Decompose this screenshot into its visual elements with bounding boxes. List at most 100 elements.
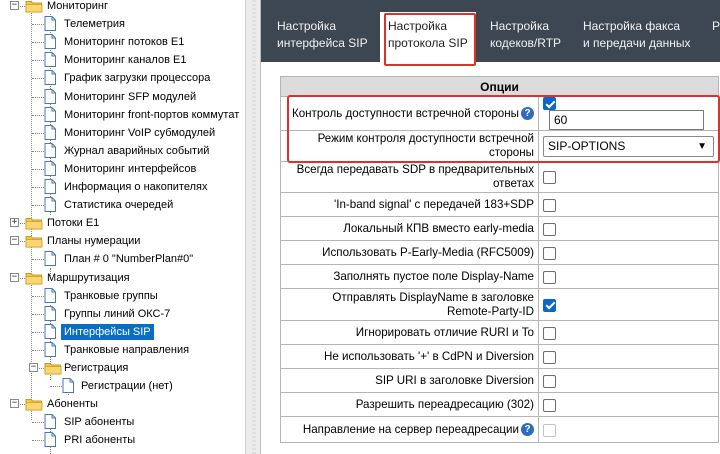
option-checkbox[interactable]	[543, 246, 556, 260]
tree-folder[interactable]: − Планы нумерации	[0, 232, 245, 250]
tab-codecs-rtp[interactable]: Настройка кодеков/RTP	[482, 12, 569, 62]
tree-item[interactable]: Мониторинг интерфейсов	[0, 160, 245, 178]
page-icon	[44, 251, 56, 267]
option-value-cell	[538, 320, 719, 346]
tree-item[interactable]: Мониторинг каналов E1	[0, 51, 245, 69]
tree-item-label: Информация о накопителях	[64, 181, 208, 193]
page-icon	[44, 160, 56, 176]
option-value-cell	[538, 216, 719, 242]
panel-splitter[interactable]	[245, 0, 261, 454]
option-checkbox[interactable]	[543, 198, 556, 212]
tree-folder[interactable]: − Абоненты	[0, 395, 245, 413]
tree-item[interactable]: Информация о накопителях	[0, 178, 245, 196]
collapse-icon[interactable]: −	[10, 272, 19, 282]
tab-bar: Настройка интерфейса SIP Настройка прото…	[261, 0, 720, 66]
option-label: Отправлять DisplayName в заголовке Remot…	[332, 290, 534, 318]
option-label: Заполнять пустое поле Display-Name	[333, 269, 534, 283]
tab-truncated[interactable]: Р	[704, 12, 720, 62]
tab-sip-interface-settings[interactable]: Настройка интерфейса SIP	[269, 12, 376, 62]
tree-item[interactable]: Журнал аварийных событий	[0, 142, 245, 160]
tree-item[interactable]: PRI абоненты	[0, 431, 245, 449]
folder-icon	[25, 0, 43, 13]
content-panel: Настройка интерфейса SIP Настройка прото…	[261, 0, 720, 454]
help-icon[interactable]: ?	[521, 422, 534, 436]
tree-item[interactable]: Мониторинг потоков E1	[0, 33, 245, 51]
option-label: 'In-band signal' с передачей 183+SDP	[334, 197, 534, 211]
tree-item-label: График загрузки процессора	[64, 72, 211, 85]
tree-folder[interactable]: − Мониторинг	[0, 0, 245, 15]
tree-item[interactable]: Регистрации (нет)	[0, 377, 245, 395]
option-row: Заполнять пустое поле Display-Name	[280, 264, 719, 290]
tab-label: кодеков/RTP	[490, 36, 562, 50]
tree-folder[interactable]: − Регистрация	[0, 359, 245, 377]
option-checkbox[interactable]	[543, 171, 556, 185]
option-checkbox[interactable]	[543, 298, 556, 312]
option-label-cell: Отправлять DisplayName в заголовке Remot…	[280, 288, 539, 322]
tree-item[interactable]: Мониторинг front-портов коммутат	[0, 106, 245, 124]
collapse-icon[interactable]: −	[10, 236, 19, 246]
tree-item-label: Мониторинг потоков E1	[64, 36, 185, 49]
folder-icon	[44, 361, 62, 375]
option-label: Всегда передавать SDP в предварительных …	[296, 163, 534, 191]
tree-item[interactable]: Группы линий ОКС-7	[0, 305, 245, 323]
tree-item-label: Мониторинг	[47, 0, 109, 12]
folder-icon	[25, 216, 43, 230]
option-label-cell: Заполнять пустое поле Display-Name	[280, 264, 539, 290]
tree-item[interactable]: Мониторинг SFP модулей	[0, 88, 245, 106]
tree-item-label: Статистика очередей	[64, 199, 174, 212]
option-value-cell	[538, 368, 719, 394]
tab-label: Настройка факса	[583, 19, 681, 33]
collapse-icon[interactable]: −	[10, 1, 19, 10]
option-label-cell: Использовать P-Early-Media (RFC5009)	[280, 240, 539, 266]
tree-folder[interactable]: − Маршрутизация	[0, 269, 245, 287]
option-row: Не использовать '+' в CdPN и Diversion	[280, 344, 719, 370]
option-checkbox[interactable]	[543, 326, 556, 340]
page-icon	[44, 432, 56, 448]
tree-item[interactable]: План # 0 "NumberPlan#0"	[0, 250, 245, 268]
tab-label: и передачи данных	[583, 36, 691, 50]
option-label: SIP URI в заголовке Diversion	[375, 373, 534, 387]
option-label-cell: 'In-band signal' с передачей 183+SDP	[280, 192, 539, 218]
option-label-cell: Не использовать '+' в CdPN и Diversion	[280, 344, 539, 370]
tree-item-label: PRI абоненты	[64, 434, 136, 447]
page-icon	[44, 88, 56, 104]
tree-item-label: Группы линий ОКС-7	[64, 307, 171, 320]
option-checkbox[interactable]	[543, 350, 556, 364]
tree-item[interactable]: Статистика очередей	[0, 196, 245, 214]
tree-item[interactable]: Мониторинг VoIP субмодулей	[0, 124, 245, 142]
page-icon	[44, 287, 56, 303]
option-row: SIP URI в заголовке Diversion	[280, 368, 719, 394]
folder-icon	[25, 397, 43, 411]
collapse-icon[interactable]: −	[29, 363, 38, 372]
tree-item[interactable]: Транковые группы	[0, 287, 245, 305]
collapse-icon[interactable]: −	[10, 399, 19, 409]
navigation-tree: − Мониторинг Телеметрия Мониторинг потоков …	[0, 0, 245, 454]
option-checkbox[interactable]	[543, 398, 556, 412]
option-label: Направление на сервер переадресации	[302, 422, 519, 436]
option-checkbox[interactable]	[543, 423, 556, 437]
tree-item-label: Мониторинг front-портов коммутат	[64, 108, 240, 121]
option-checkbox[interactable]	[543, 374, 556, 388]
page-icon	[44, 16, 56, 32]
tree-item[interactable]: Интерфейсы SIP	[0, 323, 245, 341]
option-row: Направление на сервер переадресации?	[280, 416, 719, 444]
tree-item-label: Мониторинг каналов E1	[64, 54, 187, 67]
page-icon	[44, 142, 56, 158]
option-label: Не использовать '+' в CdPN и Diversion	[324, 349, 534, 363]
option-value-cell	[538, 344, 719, 370]
options-header: Опции	[280, 76, 719, 97]
tab-label: Р	[712, 19, 720, 33]
option-checkbox[interactable]	[543, 270, 556, 284]
page-icon	[44, 323, 56, 339]
tree-item[interactable]: SIP абоненты	[0, 413, 245, 431]
expand-icon[interactable]: +	[10, 218, 19, 228]
tree-item[interactable]: Телеметрия	[0, 15, 245, 33]
tree-item-label: Регистрации (нет)	[81, 380, 173, 393]
option-checkbox[interactable]	[543, 222, 556, 236]
tree-item[interactable]: Транковые направления	[0, 341, 245, 359]
tree-item[interactable]: График загрузки процессора	[0, 69, 245, 87]
tab-fax-data-settings[interactable]: Настройка факса и передачи данных	[575, 12, 699, 62]
tree-item-label: Потоки E1	[47, 217, 100, 230]
tree-folder[interactable]: + Потоки E1	[0, 214, 245, 232]
option-label: Разрешить переадресацию (302)	[355, 397, 534, 411]
